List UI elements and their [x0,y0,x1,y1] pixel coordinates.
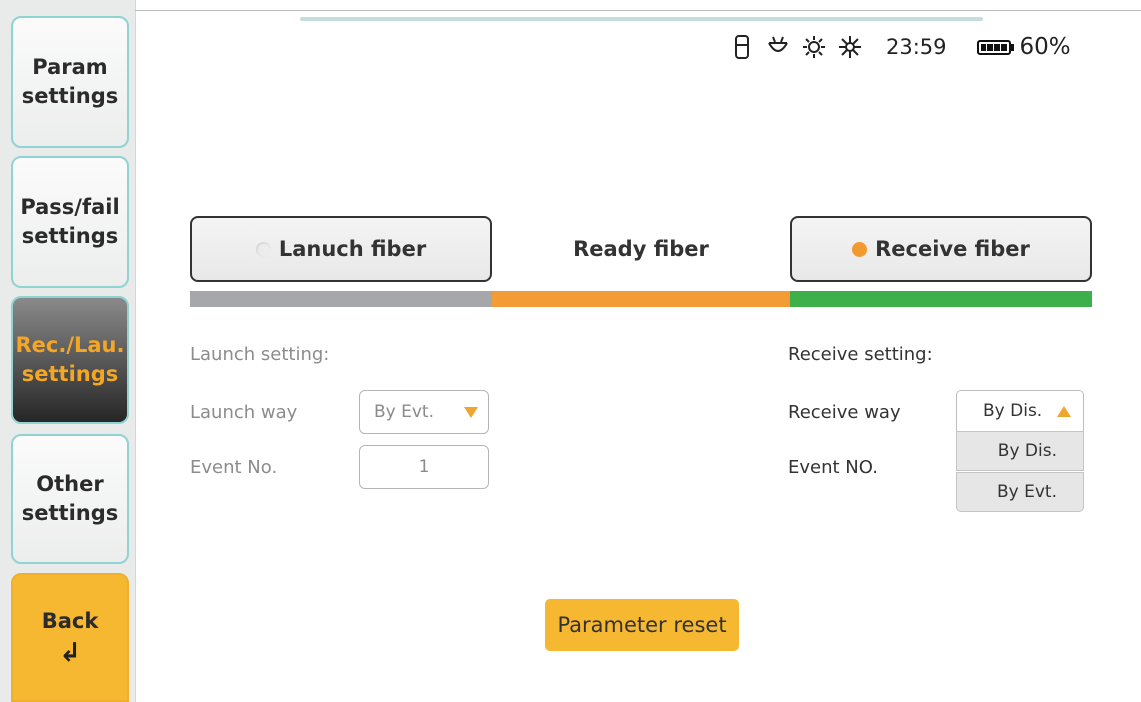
rec-lau-settings-button[interactable]: Rec./Lau. settings [11,296,129,424]
launch-way-value: By Evt. [374,402,434,422]
launch-fiber-bar [190,291,492,307]
receive-way-select[interactable]: By Dis. [956,390,1084,432]
back-label: Back [41,609,99,633]
sun-icon [836,33,864,61]
pass-fail-label-2: settings [21,224,119,248]
status-bar: 23:59 60% [728,32,1071,62]
ready-fiber-bar [492,291,790,307]
receive-fiber-bar [790,291,1092,307]
parameter-reset-button[interactable]: Parameter reset [545,599,739,651]
other-settings-label-1: Other [36,472,104,496]
event-no-label: Event No. [190,457,278,478]
other-settings-button[interactable]: Other settings [11,434,129,564]
top-indicator-bar [300,17,983,21]
launch-fiber-tab[interactable]: Lanuch fiber [190,216,492,282]
return-arrow-icon: ↲ [59,638,81,668]
receive-way-label: Receive way [788,402,901,423]
receive-setting-heading: Receive setting: [788,344,933,365]
receive-fiber-label: Receive fiber [875,237,1030,261]
param-settings-label-1: Param [32,55,108,79]
top-divider [135,10,1141,11]
receive-option-by-evt[interactable]: By Evt. [956,472,1084,512]
launch-way-select[interactable]: By Evt. [359,390,489,434]
back-button[interactable]: Back ↲ [11,573,129,702]
rec-lau-label-2: settings [21,362,119,386]
vfl-icon [764,33,792,61]
battery-icon [976,39,1014,55]
launch-setting-heading: Launch setting: [190,344,330,365]
launch-way-label: Launch way [190,402,298,423]
param-settings-label-2: settings [21,84,119,108]
param-settings-button[interactable]: Param settings [11,16,129,148]
rec-lau-label-1: Rec./Lau. [15,333,125,357]
usb-icon [728,33,756,61]
event-no-input[interactable]: 1 [359,445,489,489]
receive-way-value: By Dis. [983,401,1043,421]
pass-fail-label-1: Pass/fail [20,195,120,219]
launch-fiber-label: Lanuch fiber [278,237,427,261]
receive-fiber-tab[interactable]: Receive fiber [790,216,1092,282]
other-settings-label-2: settings [21,501,119,525]
ready-fiber-label: Ready fiber [573,237,709,261]
brightness-icon [800,33,828,61]
launch-status-dot-icon [255,241,271,257]
chevron-down-icon [464,406,478,418]
ready-fiber-tab[interactable]: Ready fiber [492,216,790,282]
sidebar: Param settings Pass/fail settings Rec./L… [0,0,136,702]
pass-fail-settings-button[interactable]: Pass/fail settings [11,156,129,288]
receive-option-by-dis[interactable]: By Dis. [956,431,1084,471]
clock: 23:59 [886,35,947,59]
receive-status-dot-icon [852,241,868,257]
battery-percent: 60% [1019,34,1071,60]
chevron-up-icon [1057,405,1071,417]
receive-event-no-label: Event NO. [788,457,878,478]
